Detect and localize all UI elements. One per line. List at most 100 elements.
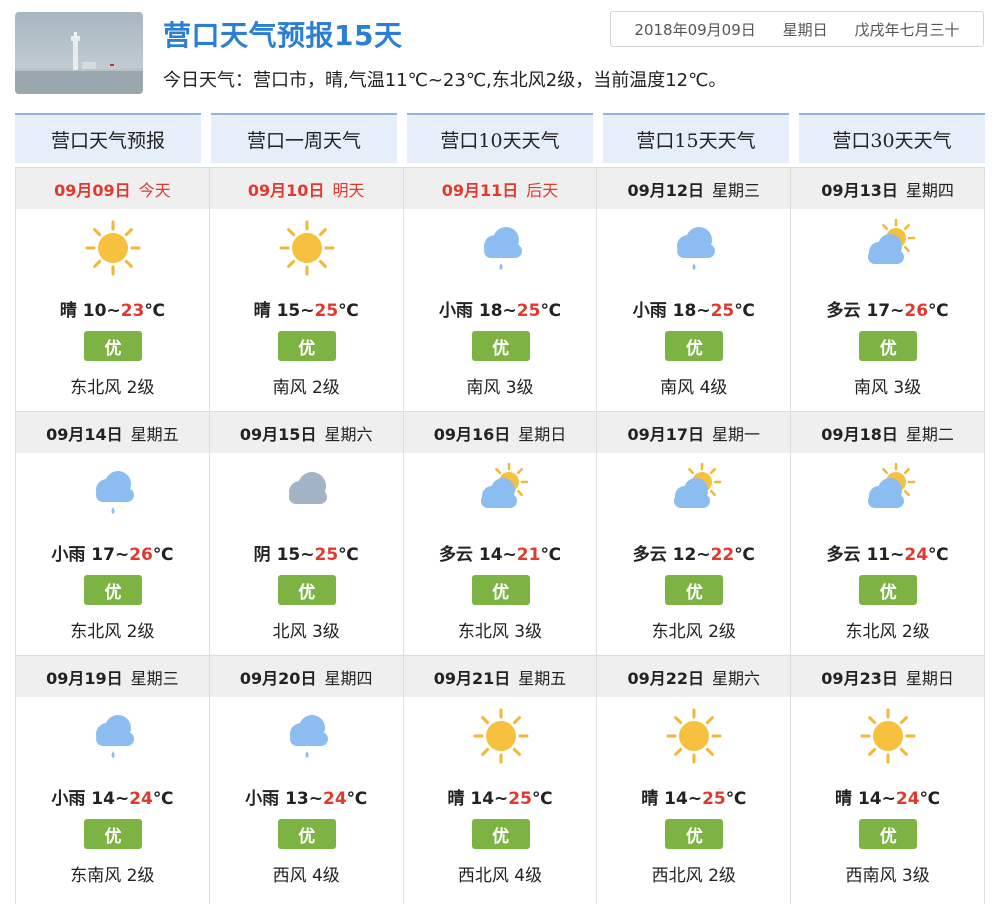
- day-card[interactable]: 09月17日 星期一 多云 12~22℃ 优东北风 2级: [597, 412, 792, 656]
- day-card[interactable]: 09月14日 星期五 小雨 17~26℃ 优东北风 2级: [16, 412, 210, 656]
- day-date: 09月10日: [247, 180, 325, 200]
- temp-high: 25: [314, 301, 339, 321]
- wind-info: 东北风 3级: [457, 622, 543, 642]
- temp-low: 14: [664, 789, 688, 809]
- day-temperature: 小雨 18~25℃: [632, 301, 755, 321]
- temp-high: 24: [129, 789, 153, 809]
- temp-high: 25: [508, 789, 532, 809]
- day-weekday: 星期四: [905, 180, 954, 200]
- day-temperature: 小雨 14~24℃: [51, 789, 174, 809]
- day-header: 09月18日 星期二: [791, 412, 984, 453]
- day-header: 09月10日 明天: [209, 168, 403, 209]
- weather-condition: 小雨: [632, 301, 667, 321]
- day-temperature: 多云 14~21℃: [438, 545, 562, 565]
- day-date: 09月13日: [821, 180, 898, 200]
- wind-info: 南风 3级: [853, 378, 922, 398]
- temp-high: 25: [516, 301, 541, 321]
- day-header: 09月13日 星期四: [791, 168, 984, 209]
- temp-low: 17: [91, 545, 115, 565]
- day-date: 09月09日: [54, 180, 131, 200]
- temp-low: 10: [82, 301, 107, 321]
- tab-30-day[interactable]: 营口30天天气: [799, 113, 985, 163]
- wind-info: 西北风 2级: [651, 866, 736, 886]
- day-card[interactable]: 09月19日 星期三 小雨 14~24℃ 优东南风 2级: [16, 656, 210, 904]
- temp-high: 26: [129, 545, 153, 565]
- wind-info: 西风 4级: [272, 866, 340, 886]
- day-date: 09月12日: [627, 180, 705, 200]
- wind-info: 南风 3级: [466, 378, 534, 398]
- day-weekday: 今天: [138, 180, 171, 200]
- day-card[interactable]: 09月09日 今天晴 10~23℃ 优东北风 2级: [16, 168, 210, 412]
- weather-condition: 多云: [826, 545, 861, 565]
- day-temperature: 晴 14~25℃: [447, 789, 553, 809]
- tab-10-day[interactable]: 营口10天天气: [407, 113, 593, 163]
- day-weekday: 星期日: [905, 668, 954, 688]
- temp-high: 23: [120, 301, 145, 321]
- temp-low: 14: [478, 545, 503, 565]
- weather-condition: 小雨: [245, 789, 280, 809]
- day-card[interactable]: 09月21日 星期五晴 14~25℃ 优西北风 4级: [403, 656, 598, 904]
- day-date: 09月14日: [46, 424, 123, 444]
- weather-condition: 阴: [253, 545, 271, 565]
- tab-forecast[interactable]: 营口天气预报: [15, 113, 201, 163]
- day-weekday: 星期五: [130, 424, 179, 444]
- day-temperature: 晴 15~25℃: [253, 301, 359, 321]
- day-card[interactable]: 09月15日 星期六阴 15~25℃ 优北风 3级: [209, 412, 404, 656]
- day-date: 09月23日: [821, 668, 898, 688]
- light-rain-icon: [83, 706, 143, 766]
- wind-info: 南风 2级: [272, 378, 340, 398]
- day-card[interactable]: 09月18日 星期二 多云 11~24℃ 优东北风 2级: [791, 412, 985, 656]
- day-card[interactable]: 09月11日 后天 小雨 18~25℃ 优南风 3级: [403, 168, 598, 412]
- day-weekday: 星期二: [905, 424, 954, 444]
- day-card[interactable]: 09月23日 星期日晴 14~24℃ 优西南风 3级: [791, 656, 985, 904]
- temp-low: 18: [672, 301, 697, 321]
- air-quality-badge: 优: [277, 575, 336, 605]
- wind-info: 北风 3级: [272, 622, 340, 642]
- temp-low: 15: [276, 301, 301, 321]
- temp-low: 14: [470, 789, 495, 809]
- forecast-tabs: 营口天气预报 营口一周天气 营口10天天气 营口15天天气 营口30天天气: [15, 113, 985, 163]
- air-quality-badge: 优: [665, 331, 724, 361]
- temp-low: 18: [478, 301, 503, 321]
- temp-high: 21: [516, 545, 541, 565]
- weather-condition: 多云: [826, 301, 861, 321]
- tab-15-day[interactable]: 营口15天天气: [603, 113, 789, 163]
- day-date: 09月18日: [821, 424, 898, 444]
- light-rain-icon: [277, 706, 337, 766]
- day-card[interactable]: 09月22日 星期六晴 14~25℃ 优西北风 2级: [597, 656, 792, 904]
- day-card[interactable]: 09月12日 星期三 小雨 18~25℃ 优南风 4级: [597, 168, 792, 412]
- day-card[interactable]: 09月20日 星期四 小雨 13~24℃ 优西风 4级: [209, 656, 404, 904]
- day-date: 09月11日: [441, 180, 519, 200]
- air-quality-badge: 优: [471, 819, 530, 849]
- day-header: 09月14日 星期五: [16, 412, 209, 453]
- air-quality-badge: 优: [471, 331, 530, 361]
- day-weekday: 星期四: [324, 668, 373, 688]
- day-weekday: 星期三: [712, 180, 761, 200]
- temp-low: 13: [285, 789, 309, 809]
- temp-high: 25: [710, 301, 735, 321]
- weather-condition: 多云: [438, 545, 473, 565]
- tab-week[interactable]: 营口一周天气: [211, 113, 397, 163]
- temp-high: 26: [904, 301, 929, 321]
- day-card[interactable]: 09月10日 明天晴 15~25℃ 优南风 2级: [209, 168, 404, 412]
- forecast-grid: 09月09日 今天晴 10~23℃ 优东北风 2级 09月10日 明天晴 15~25℃ 优…: [15, 167, 985, 904]
- day-weekday: 星期六: [324, 424, 373, 444]
- weather-condition: 小雨: [51, 545, 86, 565]
- overcast-icon: [277, 462, 337, 522]
- weather-condition: 晴: [641, 789, 659, 809]
- day-temperature: 晴 14~24℃: [835, 789, 941, 809]
- day-card[interactable]: 09月16日 星期日 多云 14~21℃ 优东北风 3级: [403, 412, 598, 656]
- day-weekday: 星期三: [130, 668, 179, 688]
- day-weekday: 后天: [526, 180, 559, 200]
- temp-low: 11: [866, 545, 891, 565]
- wind-info: 东北风 2级: [845, 622, 930, 642]
- day-temperature: 小雨 17~26℃: [51, 545, 174, 565]
- temp-high: 24: [904, 545, 929, 565]
- day-header: 09月20日 星期四: [209, 656, 403, 697]
- day-date: 09月21日: [433, 668, 511, 688]
- day-card[interactable]: 09月13日 星期四 多云 17~26℃ 优南风 3级: [791, 168, 985, 412]
- partly-cloudy-icon: [471, 462, 531, 522]
- day-header: 09月17日 星期一: [597, 412, 791, 453]
- today-summary: 今日天气：营口市，晴,气温11℃~23℃,东北风2级，当前温度12℃。: [163, 70, 727, 91]
- weather-condition: 晴: [253, 301, 271, 321]
